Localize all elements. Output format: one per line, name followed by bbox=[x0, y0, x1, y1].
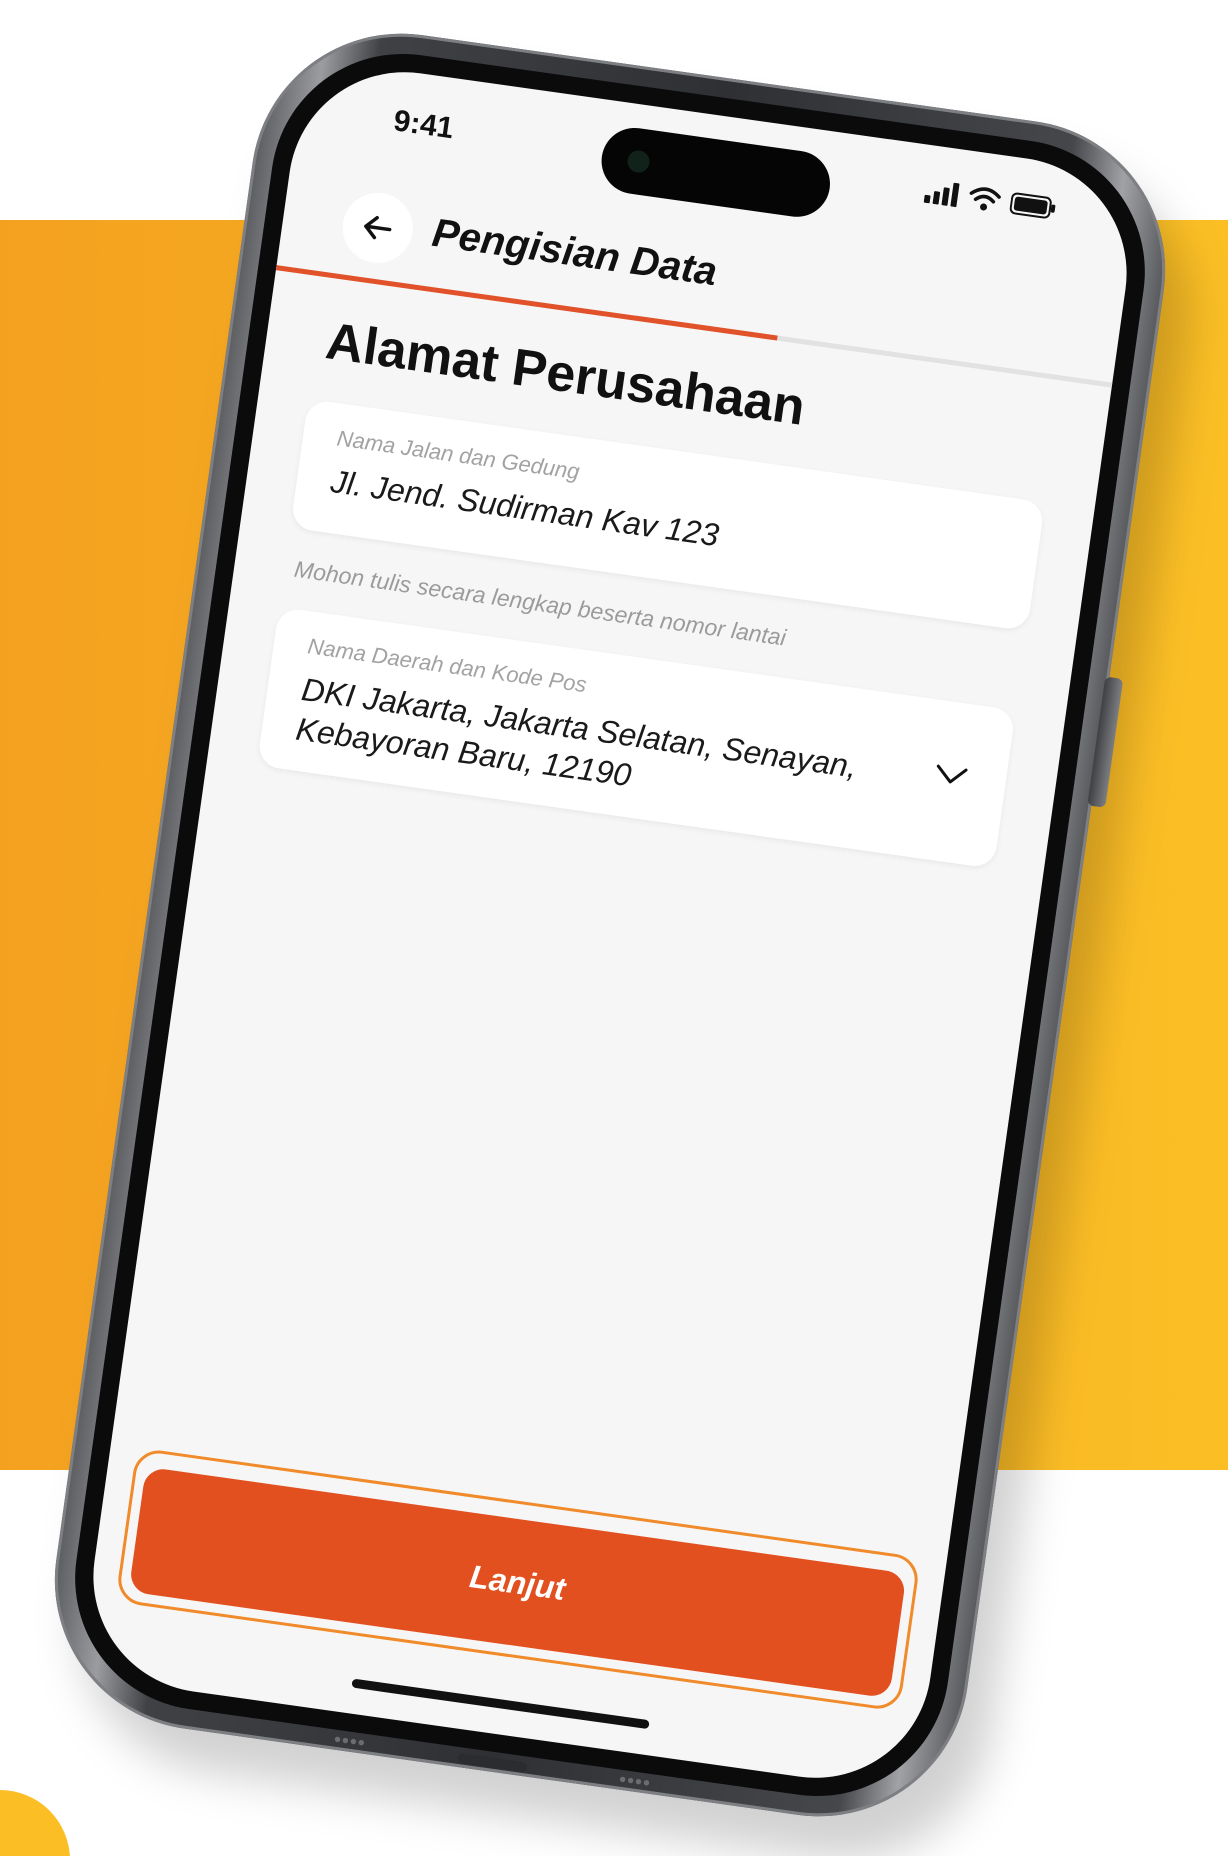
wifi-icon bbox=[969, 187, 1001, 211]
camera-icon bbox=[626, 149, 651, 174]
dynamic-island bbox=[597, 123, 835, 222]
signal-icon bbox=[923, 182, 960, 208]
chevron-down-icon[interactable] bbox=[933, 762, 970, 789]
page-title: Pengisian Data bbox=[429, 210, 720, 295]
status-icons bbox=[923, 179, 1058, 221]
speaker-grille-right: •••• bbox=[617, 1768, 653, 1795]
background-circle bbox=[0, 1790, 70, 1856]
battery-icon bbox=[1009, 192, 1056, 219]
speaker-grille-left: •••• bbox=[332, 1728, 368, 1755]
region-postal-code-select[interactable]: Nama Daerah dan Kode Pos DKI Jakarta, Ja… bbox=[256, 606, 1016, 869]
stage: 9:41 Pengisian Data Alamat Perusahaan Na… bbox=[0, 0, 1228, 1856]
region-postal-code-value: DKI Jakarta, Jakarta Selatan, Senayan, K… bbox=[293, 670, 860, 794]
status-time: 9:41 bbox=[391, 104, 456, 146]
arrow-left-icon bbox=[364, 215, 392, 240]
back-button[interactable] bbox=[338, 188, 418, 268]
